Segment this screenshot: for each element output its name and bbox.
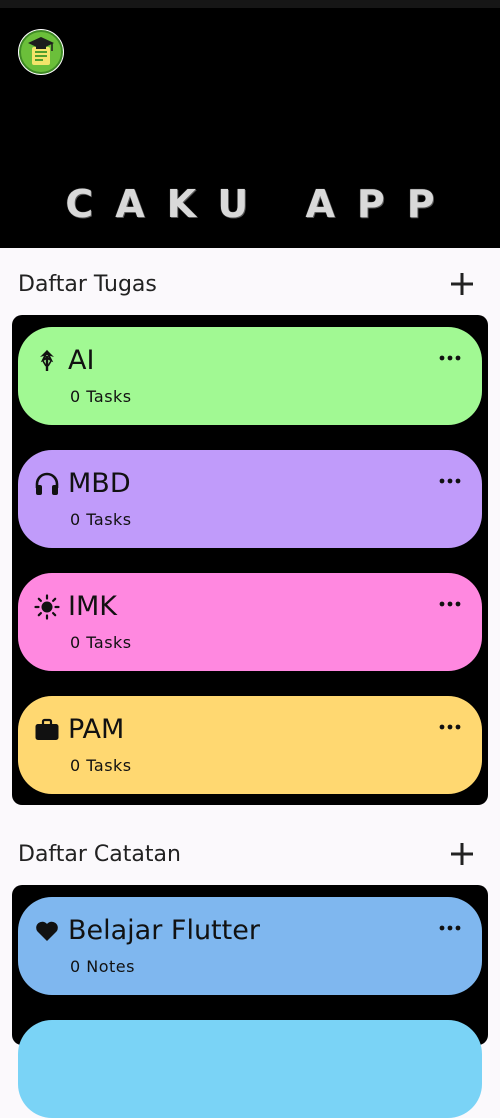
app-logo-avatar[interactable] bbox=[18, 29, 64, 75]
graduation-cap-logo-icon bbox=[19, 30, 63, 74]
more-options-icon[interactable] bbox=[438, 722, 462, 732]
note-card-partial[interactable] bbox=[18, 1020, 482, 1118]
note-title: Belajar Flutter bbox=[68, 915, 260, 946]
more-options-icon[interactable] bbox=[438, 353, 462, 363]
notes-section-header: Daftar Catatan bbox=[18, 834, 482, 874]
task-title: PAM bbox=[68, 714, 125, 745]
umbrella-icon bbox=[40, 349, 54, 371]
tasks-section-title: Daftar Tugas bbox=[18, 272, 157, 297]
task-count: 0 Tasks bbox=[70, 756, 132, 775]
plus-icon bbox=[451, 273, 473, 295]
task-card-imk[interactable]: IMK 0 Tasks bbox=[18, 573, 482, 671]
task-count: 0 Tasks bbox=[70, 510, 132, 529]
plus-icon bbox=[451, 843, 473, 865]
headphones-icon bbox=[35, 472, 59, 495]
heart-icon bbox=[36, 921, 58, 941]
task-card-ai[interactable]: AI 0 Tasks bbox=[18, 327, 482, 425]
notes-panel: Belajar Flutter 0 Notes bbox=[12, 885, 488, 1118]
task-title: MBD bbox=[68, 468, 131, 499]
note-count: 0 Notes bbox=[70, 957, 135, 976]
add-note-button[interactable] bbox=[448, 840, 476, 868]
add-task-button[interactable] bbox=[448, 270, 476, 298]
task-count: 0 Tasks bbox=[70, 387, 132, 406]
app-header: CAKU APP bbox=[0, 0, 500, 248]
tasks-section-header: Daftar Tugas bbox=[18, 264, 482, 304]
task-card-pam[interactable]: PAM 0 Tasks bbox=[18, 696, 482, 794]
note-card-belajar-flutter[interactable]: Belajar Flutter 0 Notes bbox=[18, 897, 482, 995]
more-options-icon[interactable] bbox=[438, 923, 462, 933]
task-count: 0 Tasks bbox=[70, 633, 132, 652]
tasks-panel: AI 0 Tasks MBD 0 Tasks IMK 0 Tasks PAM 0… bbox=[12, 315, 488, 805]
sun-icon bbox=[34, 594, 60, 620]
more-options-icon[interactable] bbox=[438, 599, 462, 609]
task-title: AI bbox=[68, 345, 95, 376]
task-card-mbd[interactable]: MBD 0 Tasks bbox=[18, 450, 482, 548]
status-bar bbox=[0, 0, 500, 8]
more-options-icon[interactable] bbox=[438, 476, 462, 486]
notes-section-title: Daftar Catatan bbox=[18, 842, 181, 867]
briefcase-icon bbox=[35, 718, 59, 740]
task-title: IMK bbox=[68, 591, 117, 622]
app-title: CAKU APP bbox=[65, 182, 457, 226]
